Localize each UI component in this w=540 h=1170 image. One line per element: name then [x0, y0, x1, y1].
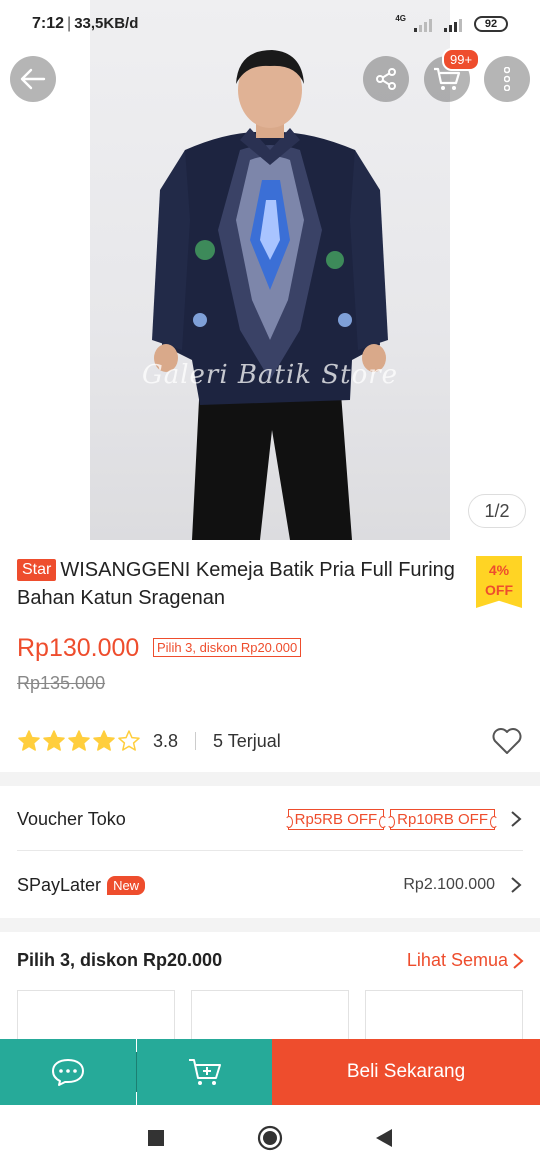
signal-icon-2: [444, 19, 462, 32]
network-speed: 33,5KB/d: [74, 15, 139, 32]
discount-off-label: OFF: [485, 582, 513, 598]
star-icon: [118, 730, 140, 751]
rating-row: 3.8 5 Terjual: [17, 726, 523, 756]
chevron-right-icon: [513, 952, 524, 969]
voucher-chip[interactable]: Rp10RB OFF: [387, 808, 498, 830]
new-badge: New: [107, 875, 146, 895]
bottom-action-bar: Beli Sekarang: [0, 1039, 540, 1105]
see-all-link[interactable]: Lihat Semua: [407, 950, 524, 971]
spaylater-label: SPayLater: [17, 874, 102, 895]
star-icon: [18, 730, 40, 751]
back-button[interactable]: [10, 56, 56, 102]
star-icon: [43, 730, 65, 751]
cart-button[interactable]: 99+: [424, 48, 481, 102]
product-detail-screen: Galeri Batik Store 1/2 7:12 | 33,5KB/d 4G …: [0, 0, 540, 1170]
sold-count: 5 Terjual: [213, 730, 281, 751]
row-divider: [17, 850, 523, 851]
spaylater-amount: Rp2.100.000: [403, 876, 495, 893]
network-type: 4G: [395, 13, 406, 23]
voucher-label: Voucher Toko: [17, 808, 126, 829]
original-price: Rp135.000: [17, 673, 106, 693]
discount-tag: 4% OFF: [476, 556, 522, 608]
see-all-label: Lihat Semua: [406, 950, 508, 970]
spaylater-row[interactable]: SPayLater New Rp2.100.000: [17, 866, 523, 904]
rating-value: 3.8: [153, 730, 179, 751]
star-icon: [93, 730, 115, 751]
cart-count-badge: 99+: [442, 48, 481, 71]
status-bar: 7:12 | 33,5KB/d 4G 92: [0, 0, 540, 48]
store-watermark: Galeri Batik Store: [141, 360, 399, 390]
battery-indicator: 92: [474, 16, 508, 32]
star-seller-badge: Star: [17, 559, 57, 581]
signal-icon: [414, 19, 432, 32]
heart-icon[interactable]: [491, 727, 523, 755]
chat-icon: [52, 1059, 84, 1086]
home-icon[interactable]: [257, 1125, 283, 1151]
voucher-list: Rp5RB OFF Rp10RB OFF: [284, 808, 523, 830]
product-price: Rp130.000: [17, 634, 140, 662]
product-title-text: WISANGGENI Kemeja Batik Pria Full Furing…: [17, 559, 455, 609]
more-vertical-icon: [504, 67, 510, 91]
status-left: 7:12 | 33,5KB/d: [32, 15, 138, 33]
star-rating: [17, 729, 141, 753]
voucher-row[interactable]: Voucher Toko Rp5RB OFF Rp10RB OFF: [17, 800, 523, 838]
star-icon: [68, 730, 90, 751]
image-counter: 1/2: [468, 494, 526, 528]
product-title: Star WISANGGENI Kemeja Batik Pria Full Fu…: [17, 556, 457, 612]
status-separator: |: [67, 15, 72, 32]
buy-now-button[interactable]: Beli Sekarang: [272, 1039, 540, 1105]
chat-button[interactable]: [0, 1039, 136, 1105]
arrow-left-icon: [20, 68, 46, 90]
share-button[interactable]: [363, 56, 409, 102]
bundle-title: Pilih 3, diskon Rp20.000: [17, 950, 223, 970]
recent-apps-icon[interactable]: [147, 1129, 165, 1147]
share-icon: [376, 68, 396, 90]
voucher-chip[interactable]: Rp5RB OFF: [284, 808, 387, 830]
status-right: 4G 92: [395, 13, 508, 32]
section-divider: [0, 918, 540, 932]
chevron-right-icon: [511, 877, 522, 893]
clock: 7:12: [32, 15, 65, 32]
more-options-button[interactable]: [484, 56, 530, 102]
add-to-cart-button[interactable]: [137, 1039, 272, 1105]
chevron-right-icon: [511, 811, 522, 827]
discount-percent: 4%: [488, 562, 510, 578]
system-nav-bar: [0, 1105, 540, 1170]
rating-divider: [195, 732, 197, 750]
section-divider: [0, 772, 540, 786]
spaylater-right: Rp2.100.000: [403, 876, 523, 894]
back-nav-icon[interactable]: [375, 1128, 393, 1148]
add-to-cart-icon: [188, 1059, 221, 1085]
bundle-promo-chip[interactable]: Pilih 3, diskon Rp20.000: [153, 638, 302, 657]
